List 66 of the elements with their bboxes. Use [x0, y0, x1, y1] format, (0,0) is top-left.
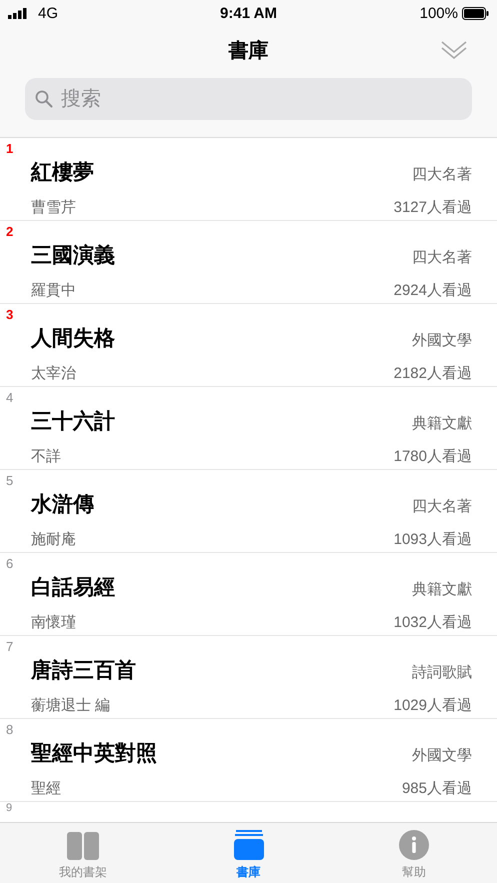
- book-category: 外國文學: [412, 331, 472, 350]
- book-row[interactable]: 8 聖經中英對照 外國文學 聖經 985人看過: [0, 719, 497, 802]
- book-category: 外國文學: [412, 746, 472, 766]
- page-title: 書庫: [228, 38, 268, 64]
- book-row[interactable]: 4 三十六計 典籍文獻 不詳 1780人看過: [0, 387, 497, 470]
- battery-icon: [462, 6, 489, 20]
- book-row[interactable]: 3 人間失格 外國文學 太宰治 2182人看過: [0, 304, 497, 387]
- book-title: 紅樓夢: [31, 160, 94, 186]
- view-count: 1780人看過: [394, 447, 472, 466]
- tab-label: 幫助: [402, 864, 426, 881]
- search-bar[interactable]: 搜索: [25, 78, 472, 120]
- rank-number: 8: [6, 722, 14, 737]
- book-row[interactable]: 2 三國演義 四大名著 羅貫中 2924人看過: [0, 221, 497, 304]
- rank-number: 3: [6, 307, 14, 322]
- book-category: 典籍文獻: [412, 414, 472, 434]
- book-title: 人間失格: [31, 326, 115, 352]
- book-title: 三十六計: [31, 408, 115, 435]
- rank-number: 2: [6, 224, 14, 239]
- search-icon: [35, 90, 53, 108]
- view-count: 1029人看過: [394, 696, 472, 716]
- rank-number: 5: [6, 473, 14, 488]
- book-row[interactable]: 5 水滸傳 四大名著 施耐庵 1093人看過: [0, 470, 497, 553]
- book-title: 白話易經: [31, 575, 115, 601]
- battery-percent: 100%: [420, 4, 458, 22]
- book-category: 四大名著: [412, 165, 472, 184]
- book-category: 詩詞歌賦: [412, 663, 472, 682]
- book-row[interactable]: 6 白話易經 典籍文獻 南懷瑾 1032人看過: [0, 553, 497, 636]
- tab-bar-item[interactable]: 書庫: [166, 823, 332, 883]
- book-title: 水滸傳: [31, 492, 94, 518]
- view-count: 2924人看過: [394, 281, 472, 300]
- book-author: 聖經: [31, 779, 61, 798]
- book-author: 不詳: [31, 447, 61, 466]
- signal-icon: [8, 8, 28, 18]
- view-count: 1032人看過: [394, 613, 472, 632]
- book-author: 蘅塘退士 編: [31, 696, 110, 716]
- book-author: 南懷瑾: [31, 613, 76, 632]
- rank-number: 9: [6, 802, 12, 814]
- book-category: 典籍文獻: [412, 580, 472, 600]
- book-row[interactable]: 7 唐詩三百首 詩詞歌賦 蘅塘退士 編 1029人看過: [0, 636, 497, 719]
- rank-number: 4: [6, 390, 14, 405]
- view-count: 985人看過: [402, 779, 472, 798]
- book-author: 太宰治: [31, 364, 76, 384]
- double-chevron-icon[interactable]: [441, 41, 467, 59]
- book-author: 羅貫中: [31, 281, 76, 300]
- view-count: 3127人看過: [394, 198, 472, 218]
- book-author: 施耐庵: [31, 530, 76, 550]
- info-icon: [399, 830, 430, 860]
- tab-label: 書庫: [236, 864, 260, 881]
- book-title: 唐詩三百首: [31, 658, 136, 684]
- view-count: 2182人看過: [394, 364, 472, 384]
- rank-number: 1: [6, 141, 14, 156]
- book-author: 曹雪芹: [31, 198, 76, 218]
- book-icon: [66, 832, 99, 860]
- network-type: 4G: [38, 4, 58, 22]
- rank-number: 6: [6, 556, 14, 571]
- book-row[interactable]: 1 紅樓夢 四大名著 曹雪芹 3127人看過: [0, 138, 497, 221]
- search-field[interactable]: 搜索: [59, 86, 472, 112]
- book-category: 四大名著: [412, 248, 472, 268]
- view-count: 1093人看過: [394, 530, 472, 550]
- stack-icon: [234, 830, 264, 860]
- clock-time: 9:41 AM: [220, 4, 277, 22]
- tab-label: 我的書架: [58, 864, 107, 881]
- rank-number: 7: [6, 639, 14, 654]
- book-category: 四大名著: [412, 497, 472, 516]
- book-title: 三國演義: [31, 242, 115, 269]
- book-title: 聖經中英對照: [31, 741, 157, 767]
